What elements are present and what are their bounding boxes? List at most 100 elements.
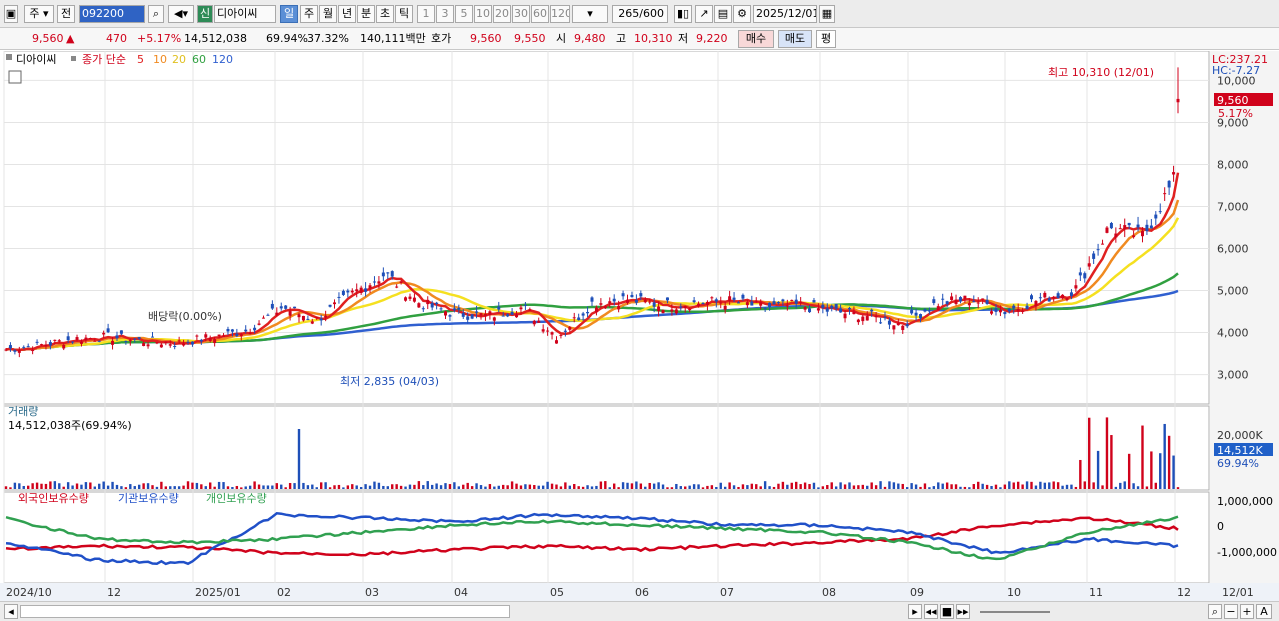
volume-bar: [337, 484, 341, 489]
volume-bar: [53, 481, 57, 489]
zoom-search-icon[interactable]: ⌕: [1208, 604, 1222, 619]
market-select[interactable]: 주 ▾: [24, 5, 54, 23]
volume-bar: [1110, 435, 1113, 489]
scroll-left-icon[interactable]: ◂: [4, 604, 18, 619]
stock-chart[interactable]: 3,0004,0005,0006,0007,0008,0009,00010,00…: [0, 51, 1279, 602]
volume-bar: [439, 485, 443, 489]
candle-body: [1172, 172, 1176, 175]
candle-body: [501, 315, 505, 317]
search-icon[interactable]: ⌕: [148, 5, 164, 23]
candle-type-icon[interactable]: ▮▯: [674, 5, 692, 23]
candle-body: [261, 317, 265, 319]
save-icon[interactable]: ▤: [714, 5, 732, 23]
buy-button[interactable]: 매수: [738, 30, 774, 48]
holdings-tick-3: -1,000,000: [1217, 546, 1277, 559]
volume-bar: [399, 485, 403, 489]
scrollbar[interactable]: ◂ ▸ ◂◂ ■ ▸▸ ⌕ − + A: [0, 601, 1279, 621]
date-input[interactable]: 2025/12/01: [753, 5, 817, 23]
volume-bar: [564, 482, 567, 489]
zoom-slider[interactable]: [980, 611, 1050, 613]
stock-name[interactable]: 디아이씨: [214, 5, 276, 23]
volume-bar: [639, 483, 643, 489]
zoom-in-icon[interactable]: +: [1240, 604, 1254, 619]
period-second[interactable]: 초: [376, 5, 394, 23]
candle-body: [821, 304, 825, 308]
volume-bar: [49, 481, 52, 489]
sell-button[interactable]: 매도: [778, 30, 812, 48]
volume-bar: [13, 482, 17, 489]
candle-body: [461, 313, 465, 317]
volume-bar: [599, 481, 603, 489]
gear-icon[interactable]: ⚙: [733, 5, 751, 23]
interval-3[interactable]: 3: [436, 5, 454, 23]
volume-bar: [444, 483, 447, 489]
volume-bar: [244, 486, 247, 489]
volume-bar: [781, 481, 785, 489]
volume-bar: [240, 487, 243, 489]
candle-body: [359, 287, 363, 293]
volume-bar: [1065, 484, 1069, 489]
interval-5[interactable]: 5: [455, 5, 473, 23]
scroll-right-icon[interactable]: ▸: [908, 604, 922, 619]
period-year[interactable]: 년: [338, 5, 356, 23]
candle-body: [297, 314, 301, 318]
candle-body: [124, 340, 128, 342]
interval-select[interactable]: ▾: [572, 5, 608, 23]
avg-button[interactable]: 평: [816, 30, 836, 48]
table-icon[interactable]: [8, 70, 22, 84]
min-annotation: 최저 2,835 (04/03): [340, 375, 439, 388]
period-month[interactable]: 월: [319, 5, 337, 23]
font-size-icon[interactable]: A: [1256, 604, 1272, 619]
prev-button[interactable]: 전: [57, 5, 75, 23]
interval-1[interactable]: 1: [417, 5, 435, 23]
calendar-icon[interactable]: ▦: [819, 5, 835, 23]
volume-rate: 69.94%: [266, 32, 308, 45]
volume-bar: [750, 483, 754, 489]
candle-body: [874, 316, 878, 318]
candle-body: [1016, 308, 1020, 312]
rewind-icon[interactable]: ◂◂: [924, 604, 938, 619]
volume-bar: [204, 486, 207, 489]
interval-120[interactable]: 120: [550, 5, 570, 23]
stop-icon[interactable]: ■: [940, 604, 954, 619]
volume-bar: [311, 484, 314, 489]
price-panel: [3, 51, 1210, 405]
volume-bar: [701, 487, 705, 489]
speaker-icon[interactable]: ◀▾: [168, 5, 194, 23]
candle-body: [643, 299, 647, 303]
interval-10[interactable]: 10: [474, 5, 492, 23]
candle-body: [785, 305, 789, 307]
zoom-out-icon[interactable]: −: [1224, 604, 1238, 619]
count-input[interactable]: 265/600: [612, 5, 668, 23]
forward-icon[interactable]: ▸▸: [956, 604, 970, 619]
volume-bar: [324, 482, 327, 489]
stock-code-input[interactable]: 092200: [79, 5, 145, 23]
candle-body: [705, 301, 709, 305]
period-minute[interactable]: 분: [357, 5, 375, 23]
candle-body: [1158, 211, 1162, 213]
interval-30[interactable]: 30: [512, 5, 530, 23]
window-icon[interactable]: ▣: [4, 5, 18, 23]
period-day[interactable]: 일: [280, 5, 298, 23]
candle-body: [865, 316, 869, 321]
candle-body: [1030, 295, 1033, 300]
volume-bar: [963, 486, 967, 489]
candle-body: [4, 349, 8, 351]
period-tick[interactable]: 틱: [395, 5, 413, 23]
volume-bar: [417, 481, 421, 489]
candle-body: [852, 311, 856, 315]
x-tick-label: 10: [1007, 586, 1021, 599]
indicator-icon[interactable]: ↗: [695, 5, 713, 23]
volume-bar: [945, 482, 949, 489]
interval-20[interactable]: 20: [493, 5, 511, 23]
volume-bar: [910, 483, 913, 489]
volume-bar: [386, 486, 389, 489]
scroll-thumb[interactable]: [20, 605, 510, 618]
open: 9,480: [574, 32, 606, 45]
volume-bar: [62, 486, 65, 489]
interval-60[interactable]: 60: [531, 5, 549, 23]
change-rate: +5.17%: [137, 32, 182, 45]
candle-body: [168, 344, 172, 346]
period-week[interactable]: 주: [300, 5, 318, 23]
candle-body: [679, 306, 683, 308]
